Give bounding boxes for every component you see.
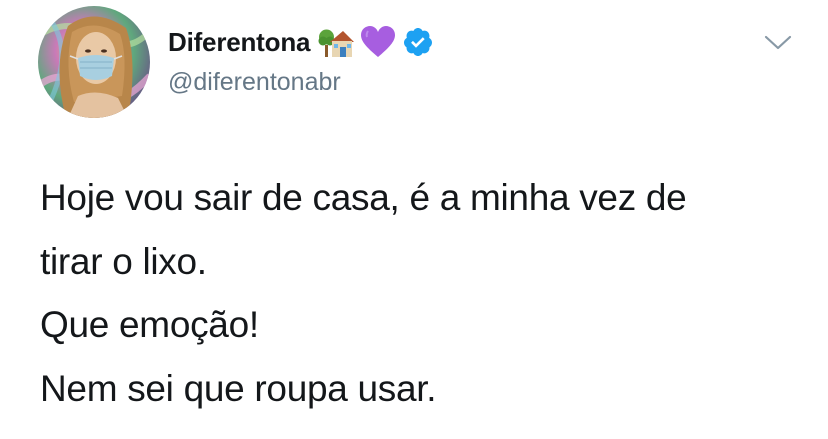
tweet-card: Diferentona @diferentonabr Hoje vou sair… — [0, 0, 828, 439]
house-with-tree-emoji — [318, 25, 356, 59]
avatar[interactable] — [38, 6, 150, 118]
purple-heart-emoji — [360, 25, 396, 59]
tweet-text-line: Hoje vou sair de casa, é a minha vez de — [40, 177, 687, 218]
tweet-text-line: tirar o lixo. — [40, 240, 207, 282]
tweet-text: Hoje vou sair de casa, é a minha vez de … — [40, 166, 810, 420]
display-name[interactable]: Diferentona — [168, 27, 310, 58]
author-handle[interactable]: @diferentonabr — [168, 68, 341, 97]
tweet-text-line: Que emoção! — [40, 304, 259, 345]
author-name-row: Diferentona — [168, 20, 434, 64]
chevron-down-icon[interactable] — [762, 30, 794, 54]
tweet-text-line: Nem sei que roupa usar. — [40, 367, 437, 409]
avatar-image — [38, 6, 150, 118]
verified-badge-icon — [402, 26, 434, 58]
